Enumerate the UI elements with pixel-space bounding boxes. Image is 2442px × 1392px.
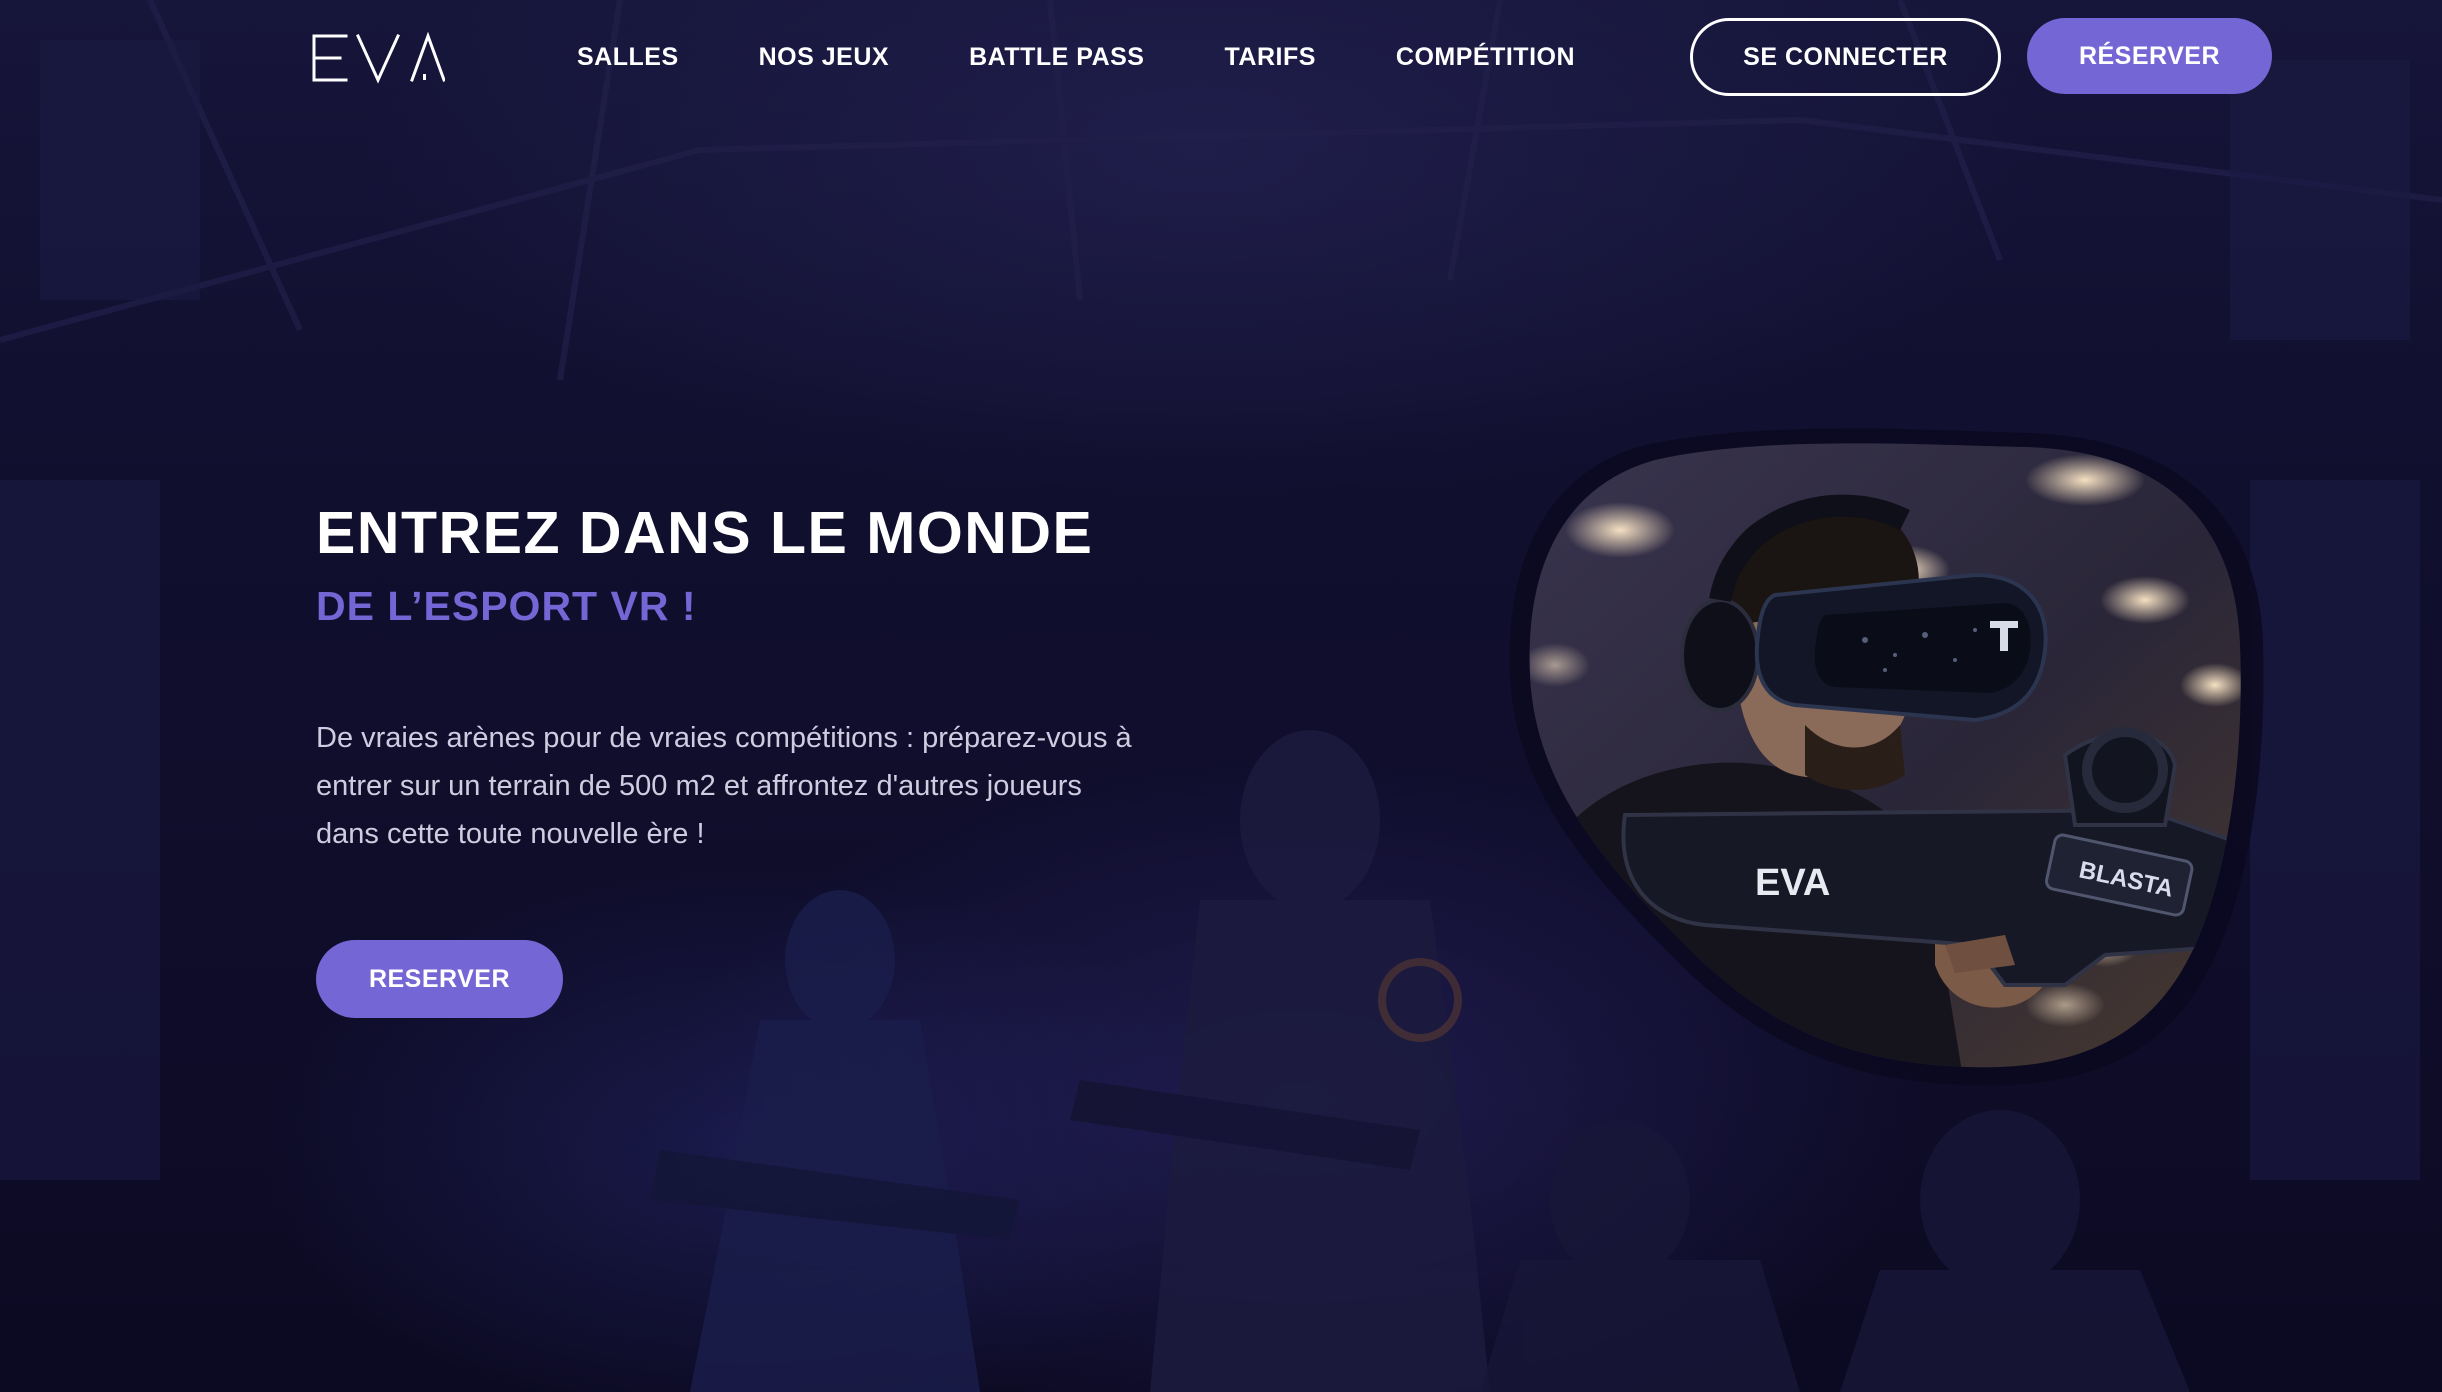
nav-item-salles[interactable]: SALLES (577, 38, 679, 76)
main-nav: SALLES NOS JEUX BATTLE PASS TARIFS COMPÉ… (577, 38, 1655, 76)
nav-item-tarifs[interactable]: TARIFS (1224, 38, 1315, 76)
eva-logo-mark (312, 31, 445, 84)
reserve-button-header[interactable]: RÉSERVER (2027, 18, 2272, 94)
nav-item-competition[interactable]: COMPÉTITION (1396, 38, 1575, 76)
eva-logo[interactable] (310, 30, 445, 86)
hero-vr-player-image: EVA BLASTA (1505, 425, 2265, 1090)
hero-description: De vraies arènes pour de vraies compétit… (316, 722, 1132, 850)
blaster-eva-label: EVA (1755, 862, 1830, 904)
hero-title: ENTREZ DANS LE MONDE (316, 500, 1094, 566)
nav-item-nos-jeux[interactable]: NOS JEUX (759, 38, 889, 76)
connect-button[interactable]: SE CONNECTER (1690, 18, 2001, 96)
reserve-button-hero[interactable]: RESERVER (316, 940, 563, 1018)
hero-subtitle: DE L’ESPORT VR ! (316, 583, 697, 629)
page: SALLES NOS JEUX BATTLE PASS TARIFS COMPÉ… (0, 0, 2442, 1392)
nav-item-battle-pass[interactable]: BATTLE PASS (969, 38, 1144, 76)
site-header: SALLES NOS JEUX BATTLE PASS TARIFS COMPÉ… (0, 0, 2442, 115)
